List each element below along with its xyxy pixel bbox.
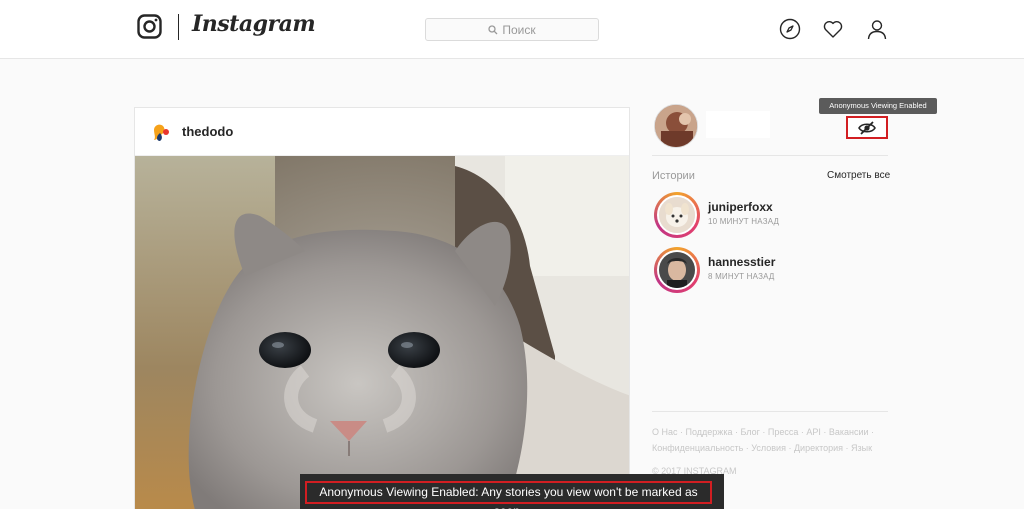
stories-heading: Истории [652, 170, 695, 182]
current-user-photo [655, 105, 697, 147]
current-user-avatar[interactable] [654, 104, 698, 148]
user-profile-icon[interactable] [866, 18, 888, 40]
feed-post: thedodo [134, 107, 630, 509]
story-avatar [657, 195, 697, 235]
anonymous-viewing-banner-text: Anonymous Viewing Enabled: Any stories y… [305, 481, 712, 509]
search-icon [488, 24, 498, 34]
instagram-camera-icon[interactable] [137, 14, 162, 39]
current-user-name-redacted [706, 111, 770, 138]
story-avatar [657, 250, 697, 290]
story-username[interactable]: hannesstier [708, 255, 775, 269]
story-timestamp: 8 МИНУТ НАЗАД [708, 272, 775, 281]
search-input[interactable]: Поиск [425, 18, 599, 41]
story-username[interactable]: juniperfoxx [708, 200, 773, 214]
post-header: thedodo [135, 108, 629, 156]
anonymous-viewing-toggle-button[interactable] [846, 116, 888, 139]
sidebar-divider [652, 155, 888, 156]
story-item[interactable]: hannesstier 8 МИНУТ НАЗАД [654, 247, 884, 293]
story-item[interactable]: juniperfoxx 10 МИНУТ НАЗАД [654, 192, 884, 238]
heart-activity-icon[interactable] [822, 18, 844, 40]
footer-divider [652, 411, 888, 412]
anonymous-viewing-banner: Anonymous Viewing Enabled: Any stories y… [300, 474, 724, 509]
anonymous-viewing-tooltip: Anonymous Viewing Enabled [819, 98, 937, 114]
story-avatar-man-photo [659, 252, 695, 288]
post-author-username[interactable]: thedodo [182, 124, 233, 139]
logo-divider [178, 14, 179, 40]
footer-links-line-2[interactable]: Конфиденциальность · Условия · Директори… [652, 440, 888, 456]
top-navigation-bar: Instagram Поиск [0, 0, 1024, 59]
instagram-wordmark[interactable]: Instagram [192, 11, 316, 37]
story-timestamp: 10 МИНУТ НАЗАД [708, 217, 780, 226]
eye-slash-icon [858, 120, 876, 135]
story-avatar-dog-photo [659, 197, 695, 233]
search-placeholder: Поиск [502, 22, 536, 37]
footer-links[interactable]: О Нас · Поддержка · Блог · Пресса · API … [652, 424, 888, 456]
footer-links-line-1[interactable]: О Нас · Поддержка · Блог · Пресса · API … [652, 424, 888, 440]
cat-photo-image [135, 156, 629, 509]
see-all-stories-link[interactable]: Смотреть все [827, 170, 890, 181]
post-image[interactable] [135, 156, 629, 509]
post-author-avatar[interactable] [150, 120, 172, 143]
compass-explore-icon[interactable] [779, 18, 801, 40]
